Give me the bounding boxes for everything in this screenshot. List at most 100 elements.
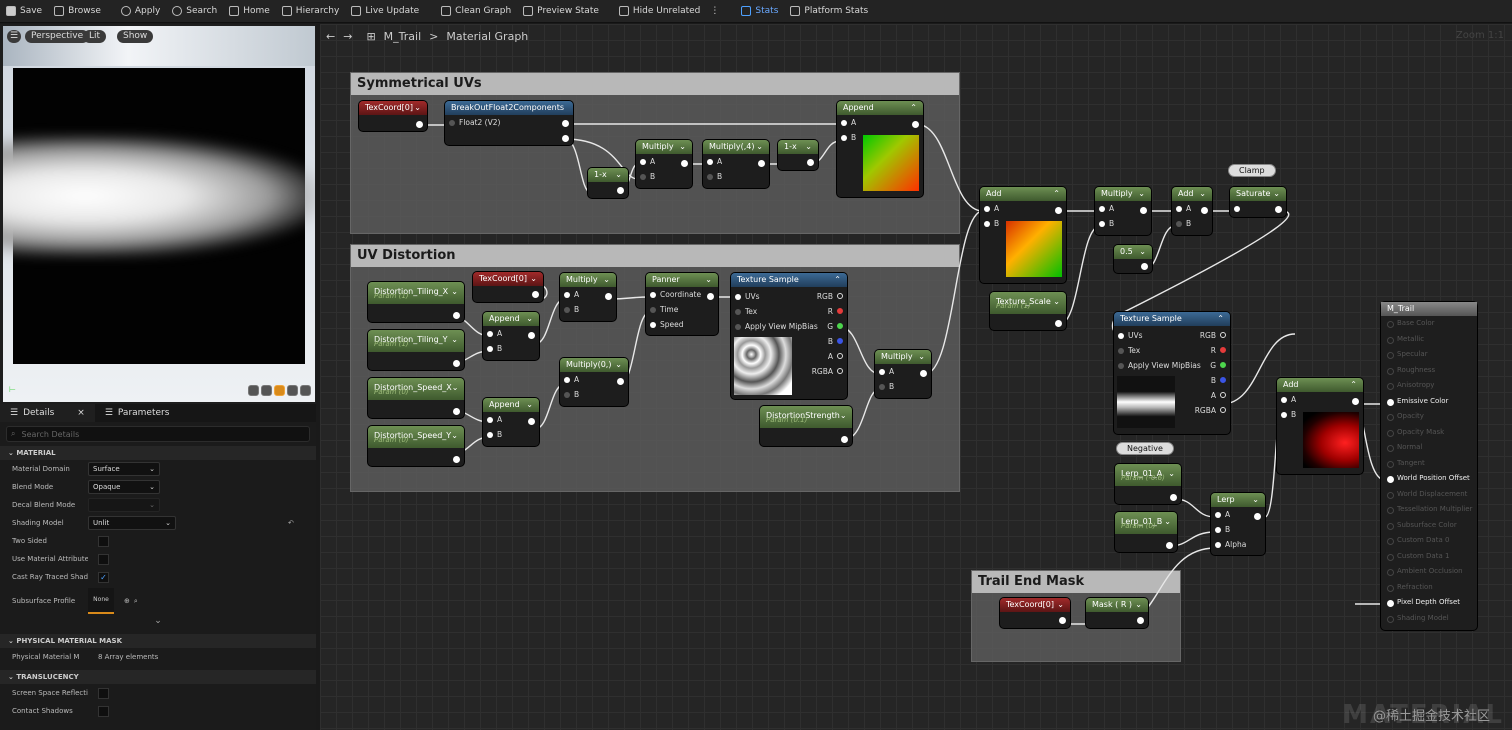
input-pin-b[interactable]: B	[560, 387, 628, 402]
collapse-chevron-icon[interactable]: ⌄	[451, 330, 458, 352]
use-selected-icon[interactable]: ⊕	[124, 597, 130, 605]
close-icon[interactable]: ×	[77, 408, 85, 418]
collapse-chevron-icon[interactable]: ⌄	[756, 140, 763, 154]
output-pin[interactable]	[453, 408, 460, 415]
output-pin[interactable]	[807, 159, 814, 166]
node-distortion-speed-y[interactable]: Distortion_Speed_Y ⌄ Param (0)	[368, 426, 464, 466]
teapot-icon[interactable]	[300, 385, 311, 396]
collapse-chevron-icon[interactable]: ⌄	[530, 272, 537, 286]
collapse-chevron-icon[interactable]: ⌄	[451, 426, 458, 448]
result-pin[interactable]: Ambient Occlusion	[1381, 564, 1477, 580]
output-pin[interactable]	[920, 370, 927, 377]
node-texture-scale[interactable]: Texture_Scale ⌄ Param (1)	[990, 292, 1066, 330]
input-pin-a[interactable]: A	[980, 201, 1066, 216]
platform-stats-button[interactable]: Platform Stats	[784, 0, 874, 22]
expand-advanced-icon[interactable]: ⌄	[0, 616, 316, 630]
input-pin-b[interactable]: B	[1211, 522, 1265, 537]
output-pin[interactable]	[1201, 207, 1208, 214]
node-texture-sample-noise[interactable]: Texture Sample ⌃ UVs Tex Apply View MipBi…	[731, 273, 847, 399]
node-add-final[interactable]: Add ⌃ A B	[1277, 378, 1363, 474]
output-pin[interactable]	[453, 456, 460, 463]
hierarchy-button[interactable]: Hierarchy	[276, 0, 346, 22]
result-pin[interactable]: Refraction	[1381, 580, 1477, 596]
material-domain-dropdown[interactable]: Surface ⌄	[88, 462, 160, 476]
result-pin-emissive[interactable]: Emissive Color	[1381, 394, 1477, 410]
collapse-chevron-icon[interactable]: ⌃	[910, 101, 917, 115]
result-pin[interactable]: Custom Data 1	[1381, 549, 1477, 565]
browse-button[interactable]: Browse	[48, 0, 107, 22]
output-pin[interactable]	[707, 293, 714, 300]
node-texcoord[interactable]: TexCoord[0] ⌄	[359, 101, 427, 131]
output-pin[interactable]	[1352, 398, 1359, 405]
node-distortion-tiling-x[interactable]: Distortion_Tiling_X ⌄ Param (1)	[368, 282, 464, 322]
output-pin[interactable]	[1170, 494, 1177, 501]
result-pin[interactable]: Base Color	[1381, 316, 1477, 332]
input-pin-b[interactable]: B	[560, 302, 616, 317]
ssr-checkbox[interactable]	[98, 687, 109, 699]
collapse-chevron-icon[interactable]: ⌃	[834, 273, 841, 287]
output-pin[interactable]	[1275, 206, 1282, 213]
output-pin[interactable]	[1254, 513, 1261, 520]
browse-asset-icon[interactable]: ⌕	[134, 597, 138, 606]
two-sided-checkbox[interactable]	[98, 535, 109, 547]
input-pin-speed[interactable]: Speed	[646, 317, 718, 332]
stats-button[interactable]: Stats	[735, 0, 784, 22]
input-pin[interactable]: Float2 (V2)	[445, 115, 573, 130]
output-pin-b[interactable]: B	[797, 334, 847, 349]
plane-icon[interactable]	[274, 385, 285, 396]
node-lerp-b[interactable]: Lerp_01_B ⌄ Param (0)	[1115, 512, 1177, 552]
output-pin-g[interactable]: G	[797, 319, 847, 334]
collapse-chevron-icon[interactable]: ⌄	[526, 312, 533, 326]
collapse-chevron-icon[interactable]: ⌄	[918, 350, 925, 364]
collapse-chevron-icon[interactable]: ⌄	[805, 140, 812, 154]
input-pin-uvs[interactable]: UVs	[1114, 328, 1143, 343]
output-pin[interactable]	[617, 187, 624, 194]
result-pin-pdo[interactable]: Pixel Depth Offset	[1381, 595, 1477, 611]
collapse-chevron-icon[interactable]: ⌄	[526, 398, 533, 412]
node-mask-r[interactable]: Mask ( R ) ⌄	[1086, 598, 1148, 628]
node-add-preview[interactable]: Add ⌃ A B	[980, 187, 1066, 283]
input-pin-b[interactable]: B	[636, 169, 692, 184]
node-one-minus-2[interactable]: 1-x ⌄	[778, 140, 818, 170]
clean-graph-button[interactable]: Clean Graph	[435, 0, 517, 22]
result-pin[interactable]: Opacity Mask	[1381, 425, 1477, 441]
node-add-small[interactable]: Add ⌄ A B	[1172, 187, 1212, 235]
output-pin-a[interactable]: A	[1180, 388, 1230, 403]
output-pin[interactable]	[1141, 263, 1148, 270]
use-material-attributes-checkbox[interactable]	[98, 553, 109, 565]
collapse-chevron-icon[interactable]: ⌄	[615, 358, 622, 372]
collapse-chevron-icon[interactable]: ⌄	[1053, 292, 1060, 314]
output-pin[interactable]	[1055, 320, 1062, 327]
collapse-chevron-icon[interactable]: ⌄	[1164, 512, 1171, 534]
node-append[interactable]: Append ⌃ A B	[837, 101, 923, 197]
output-pin-r[interactable]: R	[797, 304, 847, 319]
output-pin-rgba[interactable]: RGBA	[797, 364, 847, 379]
node-distortion-strength[interactable]: DistortionStrength ⌄ Param (0.1)	[760, 406, 852, 446]
output-pin[interactable]	[453, 312, 460, 319]
node-append-tiling[interactable]: Append ⌄ A B	[483, 312, 539, 360]
node-multiply-right[interactable]: Multiply ⌄ A B	[1095, 187, 1151, 235]
output-pin-a[interactable]: A	[797, 349, 847, 364]
collapse-chevron-icon[interactable]: ⌄	[615, 168, 622, 182]
node-one-minus[interactable]: 1-x ⌄	[588, 168, 628, 198]
output-pin-g[interactable]	[562, 135, 569, 142]
blend-mode-dropdown[interactable]: Opaque ⌄	[88, 480, 160, 494]
output-pin[interactable]	[528, 332, 535, 339]
output-pin[interactable]	[1137, 617, 1144, 624]
node-breakout[interactable]: BreakOutFloat2Components Float2 (V2)	[445, 101, 573, 145]
node-multiply[interactable]: Multiply ⌄ A B	[636, 140, 692, 188]
node-multiply-0[interactable]: Multiply(0,) ⌄ A B	[560, 358, 628, 406]
result-pin[interactable]: World Displacement	[1381, 487, 1477, 503]
result-pin[interactable]: Roughness	[1381, 363, 1477, 379]
output-pin[interactable]	[528, 418, 535, 425]
details-search-input[interactable]: ⌕ Search Details	[6, 426, 310, 442]
result-pin[interactable]: Custom Data 0	[1381, 533, 1477, 549]
collapse-chevron-icon[interactable]: ⌄	[1252, 493, 1259, 507]
node-distortion-tiling-y[interactable]: Distortion_Tiling_Y ⌄ Param (1)	[368, 330, 464, 370]
viewport-menu-button[interactable]: ☰	[7, 30, 22, 43]
collapse-chevron-icon[interactable]: ⌄	[679, 140, 686, 154]
home-button[interactable]: Home	[223, 0, 276, 22]
output-pin-rgba[interactable]: RGBA	[1180, 403, 1230, 418]
node-texcoord-uvd[interactable]: TexCoord[0] ⌄	[473, 272, 543, 302]
more-options-icon[interactable]: ⋮	[710, 6, 719, 16]
